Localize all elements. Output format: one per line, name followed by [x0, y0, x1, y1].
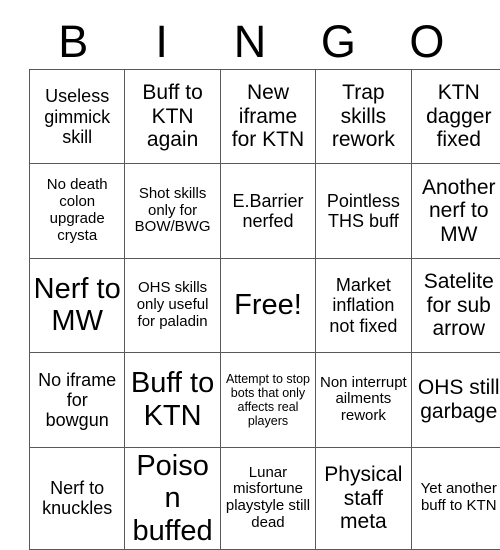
bingo-cell-label: No death colon upgrade crysta: [47, 176, 108, 243]
bingo-row: No death colon upgrade crysta Shot skill…: [30, 164, 500, 258]
bingo-cell[interactable]: Shot skills only for BOW/BWG: [125, 164, 220, 258]
bingo-letter-b: B: [29, 19, 117, 64]
bingo-cell[interactable]: OHS skills only useful for paladin: [125, 258, 220, 352]
bingo-cell[interactable]: Non interrupt ailments rework: [316, 353, 411, 447]
bingo-letter-g: G: [294, 19, 382, 64]
bingo-row: Useless gimmick skill Buff to KTN again …: [30, 70, 500, 164]
bingo-cell[interactable]: New iframe for KTN: [220, 70, 315, 164]
bingo-cell-label: New iframe for KTN: [232, 81, 304, 151]
bingo-cell-label: OHS still garbage: [418, 376, 500, 423]
bingo-cell[interactable]: Yet another buff to KTN: [411, 447, 500, 549]
bingo-cell[interactable]: Attempt to stop bots that only affects r…: [220, 353, 315, 447]
bingo-cell[interactable]: Useless gimmick skill: [30, 70, 125, 164]
bingo-cell-label: Non interrupt ailments rework: [320, 374, 407, 425]
bingo-cell-free[interactable]: Free!: [220, 258, 315, 352]
bingo-cell[interactable]: Nerf to MW: [30, 258, 125, 352]
bingo-cell-label: Buff to KTN: [131, 367, 214, 431]
bingo-letter-n: N: [206, 19, 294, 64]
bingo-cell-label: Useless gimmick skill: [44, 86, 110, 146]
bingo-cell[interactable]: KTN dagger fixed: [411, 70, 500, 164]
bingo-cell[interactable]: OHS still garbage: [411, 353, 500, 447]
bingo-cell[interactable]: No iframe for bowgun: [30, 353, 125, 447]
bingo-card: B I N G O Useless gimmick skill Buff to …: [29, 14, 471, 550]
bingo-cell[interactable]: Satelite for sub arrow: [411, 258, 500, 352]
bingo-cell[interactable]: Buff to KTN again: [125, 70, 220, 164]
bingo-letter-i: I: [117, 19, 205, 64]
bingo-cell-label: Buff to KTN again: [142, 81, 202, 151]
bingo-cell-label: Shot skills only for BOW/BWG: [135, 185, 211, 236]
bingo-cell[interactable]: Trap skills rework: [316, 70, 411, 164]
bingo-cell-label: Lunar misfortune playstyle still dead: [226, 464, 310, 531]
bingo-cell-label: Physical staff meta: [324, 463, 402, 533]
bingo-cell-label: OHS skills only useful for paladin: [137, 279, 209, 330]
bingo-cell-label: Nerf to knuckles: [42, 478, 112, 518]
bingo-cell-label: Nerf to MW: [34, 273, 121, 337]
bingo-cell-label: Free!: [234, 289, 302, 321]
bingo-cell-label: E.Barrier nerfed: [232, 191, 303, 231]
bingo-row: No iframe for bowgun Buff to KTN Attempt…: [30, 353, 500, 447]
bingo-cell-label: Trap skills rework: [332, 81, 395, 151]
bingo-cell-label: Attempt to stop bots that only affects r…: [226, 372, 310, 428]
bingo-header: B I N G O: [29, 14, 471, 69]
bingo-cell-label: KTN dagger fixed: [426, 81, 491, 151]
bingo-row: Nerf to MW OHS skills only useful for pa…: [30, 258, 500, 352]
bingo-cell[interactable]: Nerf to knuckles: [30, 447, 125, 549]
bingo-cell[interactable]: Poison buffed: [125, 447, 220, 549]
bingo-cell[interactable]: Buff to KTN: [125, 353, 220, 447]
bingo-cell[interactable]: Market inflation not fixed: [316, 258, 411, 352]
bingo-cell[interactable]: No death colon upgrade crysta: [30, 164, 125, 258]
bingo-cell-label: No iframe for bowgun: [38, 370, 116, 430]
bingo-cell[interactable]: Lunar misfortune playstyle still dead: [220, 447, 315, 549]
bingo-cell[interactable]: Physical staff meta: [316, 447, 411, 549]
bingo-grid: Useless gimmick skill Buff to KTN again …: [29, 69, 500, 550]
bingo-letter-o: O: [383, 19, 471, 64]
bingo-cell-label: Satelite for sub arrow: [424, 270, 494, 340]
bingo-row: Nerf to knuckles Poison buffed Lunar mis…: [30, 447, 500, 549]
bingo-cell[interactable]: E.Barrier nerfed: [220, 164, 315, 258]
bingo-cell[interactable]: Another nerf to MW: [411, 164, 500, 258]
bingo-cell-label: Market inflation not fixed: [329, 275, 397, 335]
bingo-cell-label: Pointless THS buff: [327, 191, 400, 231]
bingo-cell-label: Poison buffed: [133, 450, 213, 547]
bingo-cell-label: Yet another buff to KTN: [421, 480, 497, 514]
bingo-cell-label: Another nerf to MW: [422, 176, 496, 246]
bingo-cell[interactable]: Pointless THS buff: [316, 164, 411, 258]
